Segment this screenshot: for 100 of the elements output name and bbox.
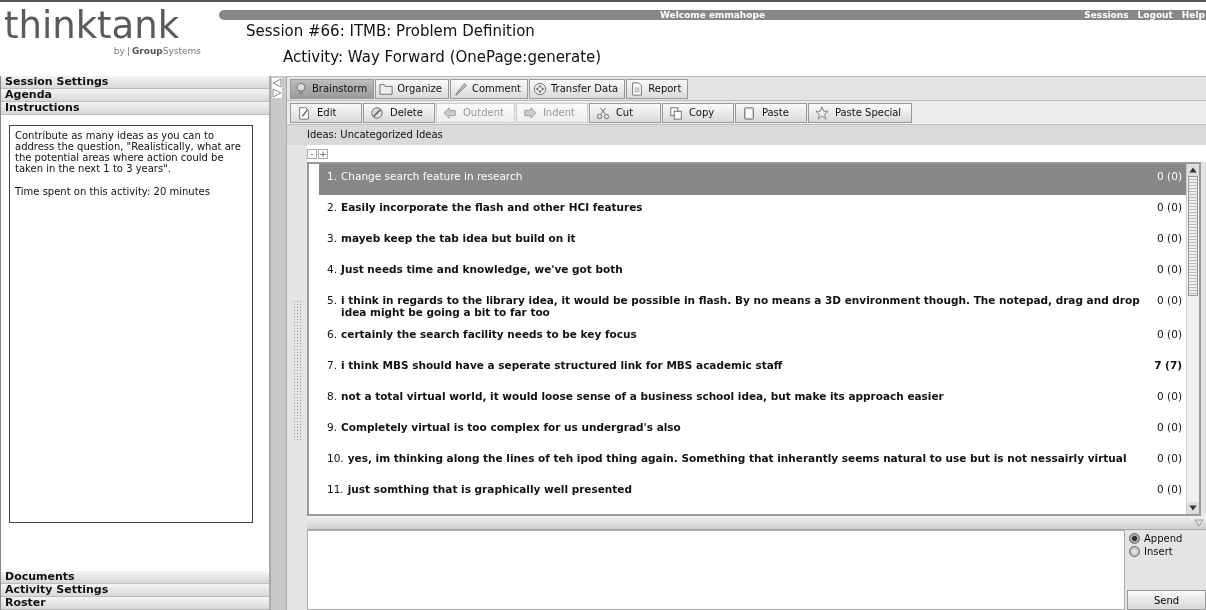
- toolbar-button[interactable]: Edit: [290, 102, 362, 123]
- idea-row[interactable]: 11. just somthing that is graphically well presented 0 (0): [319, 477, 1186, 508]
- scroll-up-icon[interactable]: [1187, 164, 1199, 176]
- right-arrow-icon: [522, 105, 537, 120]
- radio-button[interactable]: [1129, 533, 1140, 544]
- idea-row[interactable]: 9. Completely virtual is too complex for us undergrad's also 0 (0): [319, 415, 1186, 446]
- byline-brand: GroupSystems: [131, 46, 201, 56]
- no-entry-icon: [370, 105, 384, 120]
- header-link[interactable]: Logout: [1137, 10, 1173, 20]
- vote-count: 7 (7): [1154, 359, 1182, 373]
- vote-count: 0 (0): [1157, 328, 1182, 342]
- vote-count: 0 (0): [1157, 452, 1182, 466]
- tab[interactable]: Organize: [375, 78, 449, 99]
- idea-text: certainly the search facility needs to be key focus: [341, 328, 638, 342]
- toolbar-button[interactable]: Copy: [661, 102, 734, 123]
- vote-count: 0 (0): [1157, 170, 1182, 184]
- section-header[interactable]: Roster: [1, 597, 269, 610]
- section-header[interactable]: Instructions: [1, 102, 269, 115]
- idea-row[interactable]: 1. Change search feature in research 0 (0): [319, 164, 1186, 195]
- idea-text: just somthing that is graphically well presented: [347, 483, 633, 497]
- idea-text: i think MBS should have a seperate structured link for MBS academic staff: [341, 359, 784, 373]
- idea-number: 9.: [327, 421, 338, 435]
- idea-text: Change search feature in research: [341, 170, 524, 184]
- activity-title: Activity: Way Forward (OnePage:generate): [283, 47, 603, 67]
- instructions-text: Time spent on this activity: 20 minutes: [15, 186, 211, 197]
- bulb-icon: [294, 81, 308, 96]
- scroll-down-icon[interactable]: [1187, 502, 1199, 514]
- idea-text: Just needs time and knowledge, we've got both: [341, 263, 624, 277]
- idea-number: 3.: [327, 232, 338, 246]
- vote-count: 0 (0): [1157, 294, 1182, 308]
- section-header[interactable]: Activity Settings: [1, 584, 269, 597]
- idea-number: 7.: [327, 359, 338, 373]
- idea-row[interactable]: 10. yes, im thinking along the lines of teh ipod thing again. Something that inherantly seems natural to use but is not nessairly virtual 0 (0): [319, 446, 1186, 477]
- radio-label: Append: [1144, 533, 1183, 544]
- radio-button[interactable]: [1129, 546, 1140, 557]
- ideas-heading: Ideas: Uncategorized Ideas: [287, 125, 1206, 145]
- collapse-left-icon[interactable]: [272, 78, 282, 88]
- collapse-down-icon[interactable]: [1194, 518, 1204, 527]
- vote-count: 0 (0): [1157, 483, 1182, 497]
- idea-row[interactable]: 4. Just needs time and knowledge, we've got both 0 (0): [319, 257, 1186, 288]
- vote-count: 0 (0): [1157, 421, 1182, 435]
- vote-count: 0 (0): [1157, 263, 1182, 277]
- instructions-text: Contribute as many ideas as you can to address the question, "Realistically, what are the potential areas where action could be taken in the next 1 to 3 years".: [15, 130, 242, 174]
- header-link[interactable]: Sessions: [1084, 10, 1129, 20]
- tab[interactable]: Report: [626, 78, 689, 99]
- vote-count: 0 (0): [1157, 232, 1182, 246]
- idea-row[interactable]: 3. mayeb keep the tab idea but build on it 0 (0): [319, 226, 1186, 257]
- copy-icon: [668, 105, 683, 120]
- session-title: Session #66: ITMB: Problem Definition: [246, 21, 536, 41]
- idea-row[interactable]: 2. Easily incorporate the flash and other HCI features 0 (0): [319, 195, 1186, 226]
- toolbar-button[interactable]: Paste Special: [807, 102, 913, 123]
- idea-text: not a total virtual world, it would loose sense of a business school idea, but make its approach easier: [341, 390, 945, 404]
- idea-row[interactable]: 6. certainly the search facility needs to be key focus 0 (0): [319, 322, 1186, 353]
- vote-count: 0 (0): [1157, 201, 1182, 215]
- idea-text: yes, im thinking along the lines of teh ipod thing again. Something that inherantly seems natural to use but is not nessairly virtual: [347, 452, 1128, 466]
- vote-count: 0 (0): [1157, 390, 1182, 404]
- expand-button[interactable]: +: [318, 148, 328, 159]
- idea-number: 1.: [327, 170, 338, 184]
- expand-right-icon[interactable]: [272, 88, 282, 98]
- edit-icon: [297, 105, 311, 120]
- toolbar-button[interactable]: Paste: [734, 102, 807, 123]
- idea-number: 4.: [327, 263, 338, 277]
- section-header[interactable]: Documents: [1, 571, 269, 584]
- left-arrow-icon: [443, 105, 457, 120]
- idea-text: Completely virtual is too complex for us undergrad's also: [341, 421, 682, 435]
- welcome-text: Welcome emmahope: [660, 10, 765, 20]
- send-button[interactable]: Send: [1127, 590, 1206, 610]
- idea-row[interactable]: 7. i think MBS should have a seperate structured link for MBS academic staff 7 (7): [319, 353, 1186, 384]
- idea-number: 10.: [327, 452, 344, 466]
- tab[interactable]: Transfer Data: [528, 78, 626, 99]
- toolbar-button[interactable]: Delete: [363, 102, 435, 123]
- header-link[interactable]: Help: [1181, 10, 1205, 20]
- folder-icon: [379, 81, 394, 96]
- toolbar-button[interactable]: Cut: [588, 102, 661, 123]
- byline-prefix: by: [113, 46, 125, 56]
- section-header[interactable]: Agenda: [1, 89, 269, 102]
- idea-number: 2.: [327, 201, 338, 215]
- scrollbar[interactable]: [1186, 164, 1199, 514]
- collapse-button[interactable]: -: [307, 148, 317, 159]
- idea-number: 5.: [327, 294, 338, 308]
- pencil-icon: [453, 81, 468, 96]
- radio-label: Insert: [1144, 546, 1173, 557]
- idea-row[interactable]: 8. not a total virtual world, it would loose sense of a business school idea, but make its approach easier 0 (0): [319, 384, 1186, 415]
- star-icon: [814, 105, 829, 120]
- idea-text: i think in regards to the library idea, it would be possible in flash. By no means a 3D environment though. The notepad, drag and drop idea might be going a bit to far too: [341, 294, 1141, 318]
- idea-text: mayeb keep the tab idea but build on it: [341, 232, 577, 246]
- idea-number: 6.: [327, 328, 338, 342]
- idea-row[interactable]: 5. i think in regards to the library idea, it would be possible in flash. By no means a 3D environment though. The notepad, drag and drop idea might be going a bit to far too 0 (0): [319, 288, 1186, 322]
- tab[interactable]: Brainstorm: [290, 78, 375, 99]
- four-arrows-icon: [532, 81, 547, 96]
- idea-number: 8.: [327, 390, 338, 404]
- idea-number: 11.: [327, 483, 344, 497]
- scissors-icon: [595, 105, 610, 120]
- document-icon: [630, 81, 645, 96]
- tab[interactable]: Comment: [449, 78, 528, 99]
- idea-input-field[interactable]: [307, 530, 1125, 610]
- logo-wordmark: thinktank: [4, 6, 180, 46]
- idea-text: Easily incorporate the flash and other HCI features: [341, 201, 644, 215]
- clipboard-icon: [741, 105, 756, 120]
- section-header[interactable]: Session Settings: [1, 76, 269, 89]
